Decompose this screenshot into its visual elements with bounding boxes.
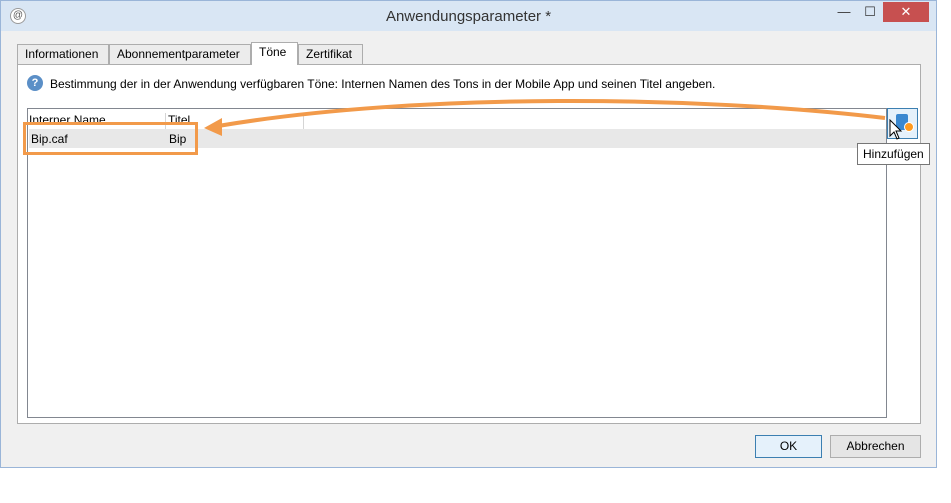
annotation-arrow — [204, 99, 886, 136]
annotation-highlight-box — [23, 122, 198, 155]
add-tooltip: Hinzufügen — [857, 143, 930, 165]
